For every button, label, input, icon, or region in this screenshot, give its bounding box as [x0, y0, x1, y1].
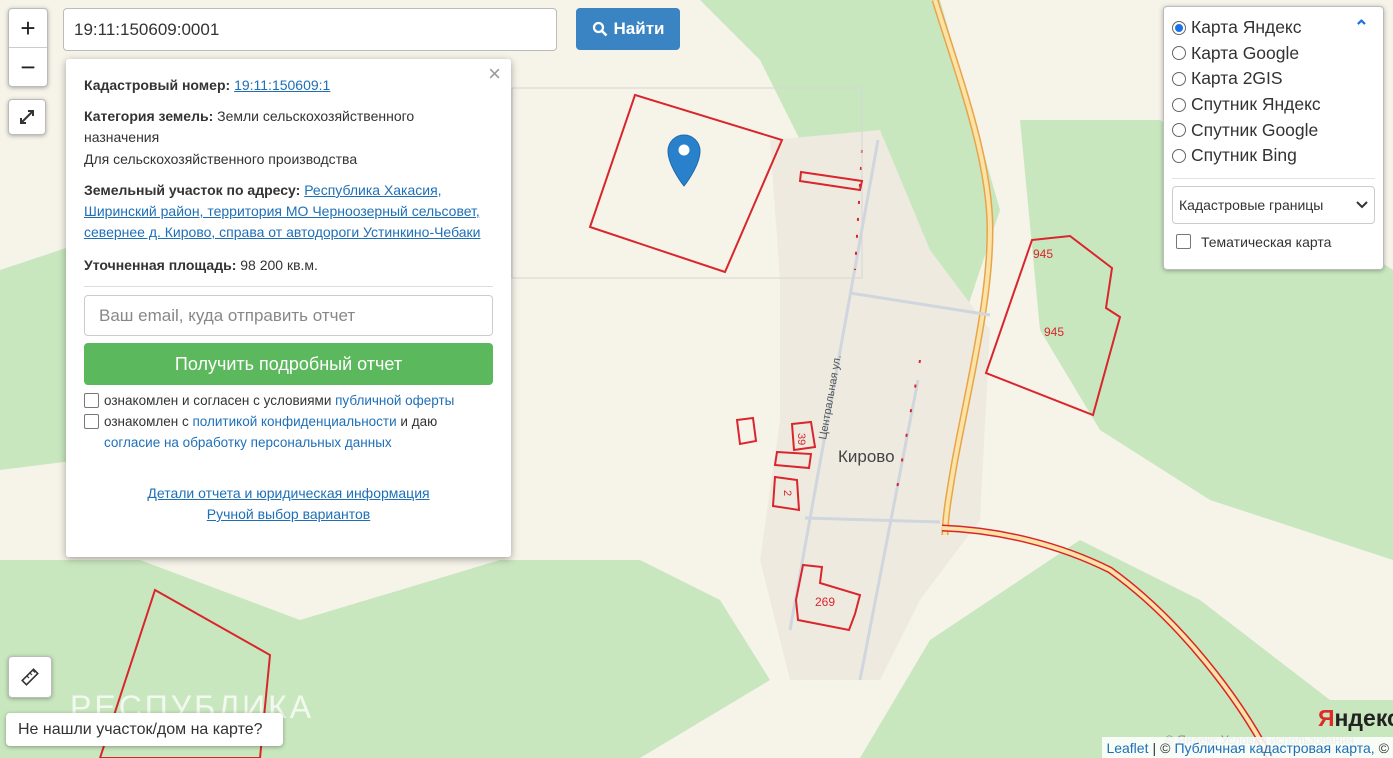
ruler-icon: [21, 668, 39, 686]
basemap-option[interactable]: Спутник Bing: [1172, 143, 1375, 169]
attribution-copyright2: ©: [1378, 739, 1389, 756]
divider: [84, 286, 493, 287]
cadastral-link[interactable]: 19:11:150609:1: [234, 77, 330, 93]
privacy-consent[interactable]: ознакомлен с политикой конфиденциальност…: [84, 411, 493, 453]
expand-icon: [20, 110, 34, 124]
attribution-separator: |: [1152, 739, 1157, 756]
basemap-option[interactable]: Спутник Google: [1172, 117, 1375, 143]
area-value: 98 200 кв.м.: [240, 257, 318, 273]
basemap-label: Спутник Google: [1191, 119, 1319, 140]
zoom-out-button[interactable]: −: [9, 47, 47, 86]
thematic-map-toggle[interactable]: Тематическая карта: [1172, 234, 1375, 250]
radio-yandex-map[interactable]: [1172, 20, 1186, 35]
parcel-popup: × Кадастровый номер: 19:11:150609:1 Кате…: [66, 59, 511, 557]
radio-google-satellite[interactable]: [1172, 123, 1186, 138]
not-found-button[interactable]: Не нашли участок/дом на карте?: [6, 713, 283, 746]
basemap-option[interactable]: Карта Яндекс: [1172, 15, 1375, 41]
offer-link[interactable]: публичной оферты: [335, 393, 454, 408]
basemap-option[interactable]: Карта 2GIS: [1172, 66, 1375, 92]
privacy-consent-text2: и даю: [400, 414, 438, 429]
cadastral-label: Кадастровый номер:: [84, 77, 231, 93]
offer-consent-text: ознакомлен и согласен с условиями: [104, 393, 332, 408]
thematic-label: Тематическая карта: [1201, 233, 1332, 250]
parcel-2-label: 2: [781, 490, 793, 496]
overlay-select-value: Кадастровые границы: [1179, 196, 1324, 213]
radio-bing-satellite[interactable]: [1172, 148, 1186, 163]
chevron-up-icon[interactable]: ⌃: [1354, 17, 1369, 38]
search-input[interactable]: 19:11:150609:0001: [63, 8, 557, 51]
basemap-label: Карта Яндекс: [1191, 17, 1302, 38]
attribution-copyright: ©: [1160, 739, 1171, 756]
search-icon: [592, 21, 607, 37]
attribution: Leaflet | © Публичная кадастровая карта,…: [1102, 737, 1393, 758]
close-icon[interactable]: ×: [488, 63, 501, 85]
basemap-label: Спутник Яндекс: [1191, 94, 1321, 115]
parcel-945-label: 945: [1044, 325, 1064, 339]
offer-consent[interactable]: ознакомлен и согласен с условиями публич…: [84, 390, 493, 411]
details-link[interactable]: Детали отчета и юридическая информация: [147, 485, 429, 501]
zoom-control: + −: [8, 8, 48, 87]
privacy-policy-link[interactable]: политикой конфиденциальности: [192, 414, 396, 429]
basemap-label: Карта Google: [1191, 42, 1300, 63]
village-label: Кирово: [838, 447, 895, 466]
parcel-39-label: 39: [795, 433, 807, 445]
offer-checkbox[interactable]: [84, 393, 99, 408]
popup-links: Детали отчета и юридическая информация Р…: [84, 483, 493, 525]
parcel-269-label: 269: [815, 595, 835, 609]
chevron-down-icon: [1356, 200, 1368, 208]
address-label: Земельный участок по адресу:: [84, 182, 301, 198]
manual-selection-link[interactable]: Ручной выбор вариантов: [207, 506, 371, 522]
basemap-label: Спутник Bing: [1191, 145, 1297, 166]
email-placeholder: Ваш email, куда отправить отчет: [99, 306, 356, 325]
search-button-label: Найти: [613, 19, 665, 38]
area-label: Уточненная площадь:: [84, 257, 237, 273]
measure-button[interactable]: [8, 656, 52, 698]
privacy-checkbox[interactable]: [84, 414, 99, 429]
search-input-value: 19:11:150609:0001: [74, 19, 220, 39]
divider: [1172, 177, 1375, 179]
fullscreen-button[interactable]: [8, 99, 46, 135]
basemap-list: Карта Яндекс Карта Google Карта 2GIS Спу…: [1172, 15, 1375, 169]
search-button[interactable]: Найти: [576, 8, 680, 50]
usage-text: Для сельскохозяйственного производства: [84, 151, 358, 167]
personal-data-link[interactable]: согласие на обработку персональных данны…: [104, 435, 392, 450]
zoom-in-button[interactable]: +: [9, 9, 47, 47]
pkk-link[interactable]: Публичная кадастровая карта,: [1174, 740, 1374, 756]
radio-2gis-map[interactable]: [1172, 71, 1186, 86]
basemap-label: Карта 2GIS: [1191, 68, 1283, 89]
privacy-consent-text: ознакомлен с: [104, 414, 189, 429]
get-report-button[interactable]: Получить подробный отчет: [84, 343, 493, 385]
category-label: Категория земель:: [84, 108, 214, 124]
radio-google-map[interactable]: [1172, 46, 1186, 61]
layers-panel: ⌃ Карта Яндекс Карта Google Карта 2GIS С…: [1163, 6, 1384, 270]
basemap-option[interactable]: Спутник Яндекс: [1172, 92, 1375, 118]
parcel-945-label: 945: [1033, 247, 1053, 261]
leaflet-link[interactable]: Leaflet: [1106, 740, 1148, 756]
radio-yandex-satellite[interactable]: [1172, 97, 1186, 112]
yandex-logo: Яндекс: [1318, 705, 1393, 731]
thematic-checkbox[interactable]: [1176, 234, 1191, 250]
email-input[interactable]: Ваш email, куда отправить отчет: [84, 295, 493, 336]
overlay-select[interactable]: Кадастровые границы: [1172, 185, 1375, 224]
basemap-option[interactable]: Карта Google: [1172, 41, 1375, 67]
